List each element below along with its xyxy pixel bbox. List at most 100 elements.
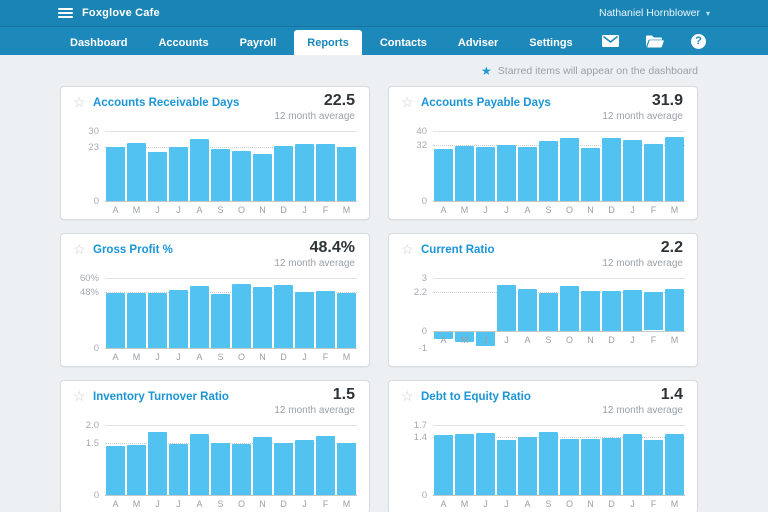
x-axis-label: J	[294, 352, 315, 362]
bar-chart: 1.71.40AMJJASONDJFM	[403, 425, 685, 512]
x-axis-label: J	[496, 205, 517, 215]
bar	[581, 291, 600, 330]
starred-note-text: Starred items will appear on the dashboa…	[498, 65, 698, 77]
x-axis-label: J	[475, 335, 496, 345]
folder-icon[interactable]	[646, 35, 664, 48]
bar	[518, 289, 537, 331]
tab-adviser[interactable]: Adviser	[445, 30, 511, 55]
bar	[232, 284, 251, 348]
star-outline-icon[interactable]: ☆	[73, 389, 86, 403]
x-axis-label: A	[433, 205, 454, 215]
x-axis-label: A	[189, 205, 210, 215]
panel-value: 31.9	[602, 92, 683, 110]
x-axis-label: J	[294, 205, 315, 215]
tab-accounts[interactable]: Accounts	[145, 30, 221, 55]
x-axis-label: N	[252, 205, 273, 215]
x-axis-label: M	[336, 499, 357, 509]
x-axis-label: A	[105, 499, 126, 509]
company-name[interactable]: Foxglove Cafe	[82, 7, 160, 19]
hamburger-menu-icon[interactable]	[58, 8, 73, 18]
bar	[169, 147, 188, 201]
y-axis-label: 2.2	[403, 287, 427, 298]
tab-payroll[interactable]: Payroll	[227, 30, 290, 55]
gridline	[433, 278, 685, 279]
star-outline-icon[interactable]: ☆	[401, 389, 414, 403]
tab-contacts[interactable]: Contacts	[367, 30, 440, 55]
x-axis-label: O	[559, 205, 580, 215]
star-outline-icon[interactable]: ☆	[73, 95, 86, 109]
panel-title[interactable]: Inventory Turnover Ratio	[93, 391, 229, 403]
x-axis-label: A	[517, 499, 538, 509]
x-axis-label: O	[231, 352, 252, 362]
panel-subtitle: 12 month average	[602, 405, 683, 416]
bar	[316, 436, 335, 495]
bar	[476, 433, 495, 495]
bar	[127, 293, 146, 348]
x-axis-label: F	[315, 499, 336, 509]
bar	[316, 144, 335, 201]
bar	[518, 147, 537, 201]
x-axis-label: O	[559, 499, 580, 509]
tab-dashboard[interactable]: Dashboard	[57, 30, 140, 55]
bar	[295, 144, 314, 201]
help-icon[interactable]: ?	[691, 34, 706, 49]
x-axis-label: D	[601, 499, 622, 509]
metric-panel: ☆Inventory Turnover Ratio1.512 month ave…	[60, 380, 370, 512]
y-axis-label: -1	[403, 343, 427, 354]
x-axis-label: F	[643, 499, 664, 509]
bar	[211, 149, 230, 202]
mail-icon[interactable]	[602, 35, 619, 47]
x-axis-label: J	[496, 499, 517, 509]
x-axis-label: A	[517, 335, 538, 345]
x-axis-label: J	[475, 205, 496, 215]
panel-subtitle: 12 month average	[602, 111, 683, 122]
panel-value-block: 1.412 month average	[602, 386, 683, 416]
x-axis-label: A	[105, 205, 126, 215]
y-axis-label: 23	[75, 142, 99, 153]
y-axis-label: 0	[75, 196, 99, 207]
bar	[148, 152, 167, 201]
bar	[434, 435, 453, 495]
bar	[253, 287, 272, 348]
x-axis-label: A	[189, 352, 210, 362]
panel-title[interactable]: Accounts Receivable Days	[93, 97, 239, 109]
panel-title[interactable]: Gross Profit %	[93, 244, 173, 256]
x-axis-label: J	[168, 352, 189, 362]
chart-plot-area: AMJJASONDJFM	[105, 131, 357, 219]
user-menu[interactable]: Nathaniel Hornblower ▾	[599, 7, 710, 19]
x-axis-label: J	[622, 499, 643, 509]
bar	[211, 294, 230, 348]
bar-chart: 40320AMJJASONDJFM	[403, 131, 685, 219]
bar	[644, 144, 663, 201]
bar	[497, 285, 516, 331]
star-outline-icon[interactable]: ☆	[401, 242, 414, 256]
panel-title[interactable]: Current Ratio	[421, 244, 494, 256]
x-axis-label: F	[643, 335, 664, 345]
bar	[274, 146, 293, 201]
panel-value: 48.4%	[274, 239, 355, 257]
bar	[455, 146, 474, 201]
star-outline-icon[interactable]: ☆	[73, 242, 86, 256]
x-axis-label: A	[105, 352, 126, 362]
x-axis-label: J	[496, 335, 517, 345]
x-axis-label: M	[454, 205, 475, 215]
star-outline-icon[interactable]: ☆	[401, 95, 414, 109]
chart-plot-area: AMJJASONDJFM	[105, 278, 357, 366]
bar	[295, 292, 314, 348]
panel-title[interactable]: Debt to Equity Ratio	[421, 391, 531, 403]
gridline	[105, 131, 357, 132]
x-axis-label: O	[559, 335, 580, 345]
panel-title[interactable]: Accounts Payable Days	[421, 97, 551, 109]
x-axis-label: N	[252, 499, 273, 509]
tab-settings[interactable]: Settings	[516, 30, 585, 55]
bar	[455, 434, 474, 495]
gridline	[105, 278, 357, 279]
x-axis-line	[433, 201, 685, 202]
tab-reports[interactable]: Reports	[294, 30, 362, 55]
panel-value: 1.4	[602, 386, 683, 404]
x-axis-label: M	[664, 499, 685, 509]
bar	[581, 439, 600, 495]
x-axis-label: D	[273, 499, 294, 509]
nav-icons: ?	[602, 27, 706, 55]
x-axis-label: M	[336, 205, 357, 215]
